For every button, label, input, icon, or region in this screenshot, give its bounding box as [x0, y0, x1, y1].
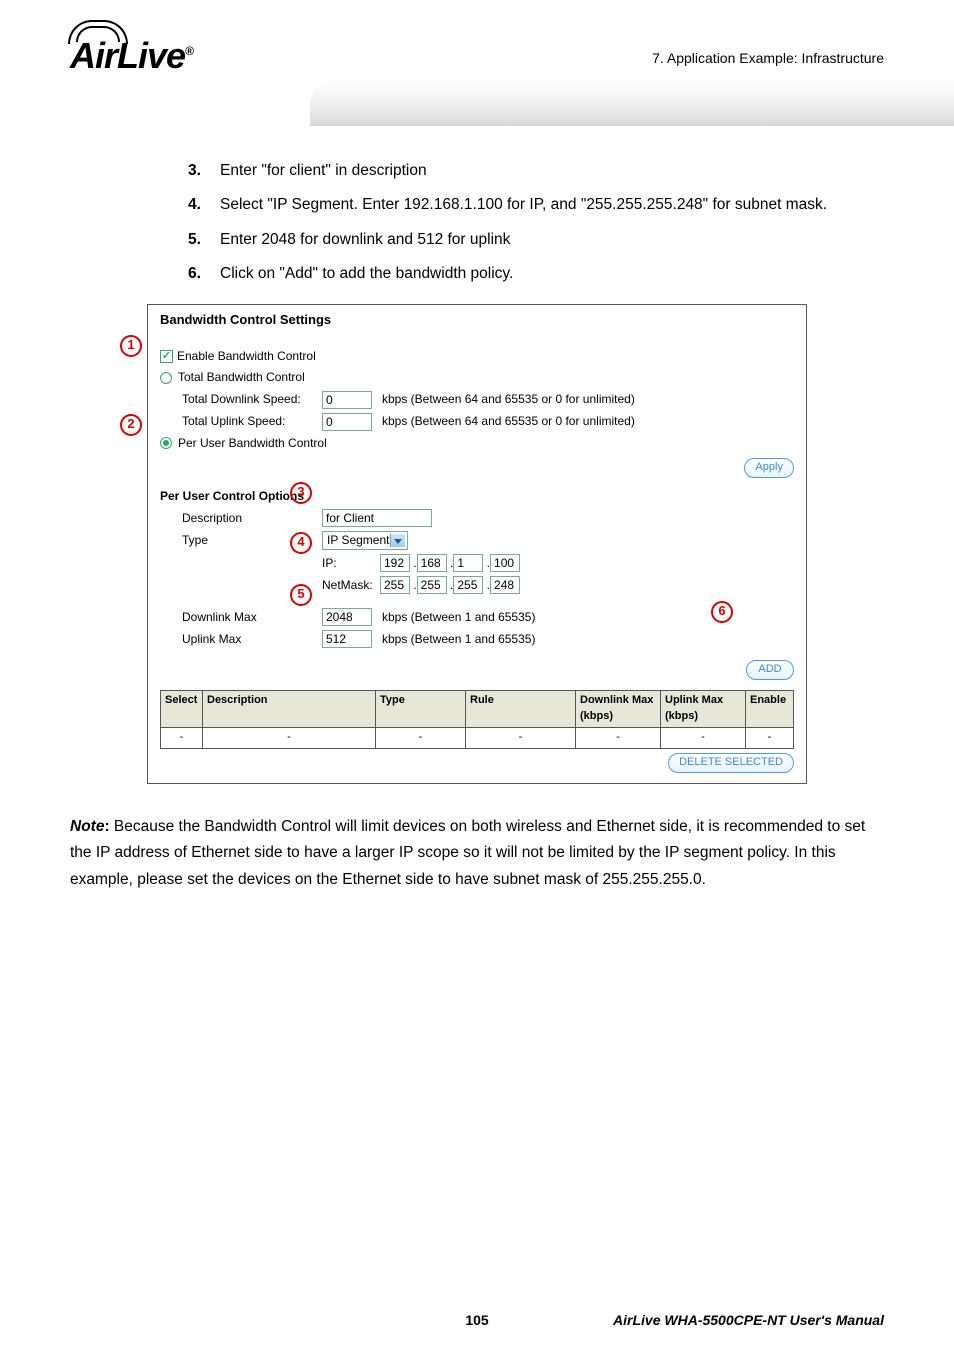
ip-octet-1[interactable]: 192	[380, 554, 410, 572]
total-downlink-label: Total Downlink Speed:	[182, 391, 322, 408]
checkbox-enable-bw[interactable]: ✓	[160, 350, 173, 363]
description-row: Description for Client	[160, 509, 794, 527]
step-text: Enter "for client" in description	[220, 160, 884, 182]
enable-bw-label: Enable Bandwidth Control	[177, 348, 316, 365]
cell-select: -	[161, 728, 203, 749]
peruser-options-title: Per User Control Options	[160, 488, 794, 505]
table-row: - - - - - - -	[161, 728, 794, 749]
panel-title: Bandwidth Control Settings	[160, 309, 794, 336]
add-button[interactable]: ADD	[746, 660, 794, 680]
peruser-bw-row: Per User Bandwidth Control	[160, 435, 794, 452]
total-uplink-row: Total Uplink Speed: 0 kbps (Between 64 a…	[160, 413, 794, 431]
cell-uplink: -	[661, 728, 746, 749]
ip-label: IP:	[322, 555, 380, 572]
type-row: Type IP Segment	[160, 531, 794, 550]
note-label: Note	[70, 818, 104, 835]
step-item: 6. Click on "Add" to add the bandwidth p…	[188, 263, 884, 285]
total-uplink-label: Total Uplink Speed:	[182, 413, 322, 430]
total-downlink-row: Total Downlink Speed: 0 kbps (Between 64…	[160, 391, 794, 409]
annotation-circle-1: 1	[120, 335, 142, 357]
cell-type: -	[376, 728, 466, 749]
step-text: Select "IP Segment. Enter 192.168.1.100 …	[220, 194, 884, 216]
th-type: Type	[376, 691, 466, 728]
enable-bw-row: ✓ Enable Bandwidth Control	[160, 348, 794, 365]
annotation-circle-3: 3	[290, 482, 312, 504]
instruction-steps: 3. Enter "for client" in description 4. …	[70, 160, 884, 286]
description-input[interactable]: for Client	[322, 509, 432, 527]
delete-selected-button[interactable]: DELETE SELECTED	[668, 753, 794, 773]
brand-logo: AirLive®	[70, 38, 194, 74]
downlink-max-row: Downlink Max 2048 kbps (Between 1 and 65…	[160, 608, 794, 626]
policy-table: Select Description Type Rule Downlink Ma…	[160, 690, 794, 749]
manual-title: AirLive WHA-5500CPE-NT User's Manual	[613, 1312, 884, 1328]
step-number: 5.	[188, 229, 220, 251]
cell-downlink: -	[576, 728, 661, 749]
uplink-max-label: Uplink Max	[182, 631, 322, 648]
downlink-max-input[interactable]: 2048	[322, 608, 372, 626]
description-label: Description	[182, 510, 322, 527]
th-select: Select	[161, 691, 203, 728]
downlink-max-label: Downlink Max	[182, 609, 322, 626]
chapter-label: 7. Application Example: Infrastructure	[652, 50, 884, 66]
chevron-down-icon	[394, 539, 402, 544]
total-uplink-input[interactable]: 0	[322, 413, 372, 431]
note-paragraph: Note: Because the Bandwidth Control will…	[70, 814, 884, 893]
radio-total-bw[interactable]	[160, 372, 172, 384]
type-select-value: IP Segment	[327, 532, 389, 549]
cell-enable: -	[746, 728, 794, 749]
total-bw-row: Total Bandwidth Control	[160, 369, 794, 386]
step-text: Enter 2048 for downlink and 512 for upli…	[220, 229, 884, 251]
netmask-label: NetMask:	[322, 577, 380, 594]
cell-description: -	[203, 728, 376, 749]
th-description: Description	[203, 691, 376, 728]
embedded-screenshot: 1 2 3 4 5 6 Bandwidth Control Settings ✓…	[147, 304, 807, 784]
annotation-circle-4: 4	[290, 532, 312, 554]
uplink-max-row: Uplink Max 512 kbps (Between 1 and 65535…	[160, 630, 794, 648]
kbps-hint: kbps (Between 64 and 65535 or 0 for unli…	[382, 413, 635, 430]
page-header: AirLive® 7. Application Example: Infrast…	[0, 0, 954, 120]
step-text: Click on "Add" to add the bandwidth poli…	[220, 263, 884, 285]
ip-octet-4[interactable]: 100	[490, 554, 520, 572]
total-downlink-input[interactable]: 0	[322, 391, 372, 409]
mask-octet-4[interactable]: 248	[490, 576, 520, 594]
total-bw-label: Total Bandwidth Control	[178, 369, 305, 386]
header-stripe	[310, 80, 954, 126]
cell-rule: -	[466, 728, 576, 749]
radio-peruser-bw[interactable]	[160, 437, 172, 449]
peruser-bw-label: Per User Bandwidth Control	[178, 435, 327, 452]
kbps-hint: kbps (Between 64 and 65535 or 0 for unli…	[382, 391, 635, 408]
step-item: 3. Enter "for client" in description	[188, 160, 884, 182]
uplink-max-input[interactable]: 512	[322, 630, 372, 648]
th-rule: Rule	[466, 691, 576, 728]
annotation-circle-5: 5	[290, 584, 312, 606]
th-downlink: Downlink Max (kbps)	[576, 691, 661, 728]
step-item: 5. Enter 2048 for downlink and 512 for u…	[188, 229, 884, 251]
netmask-row: NetMask: 255 . 255 . 255 . 248	[160, 576, 794, 594]
page-number: 105	[465, 1312, 488, 1328]
mask-octet-3[interactable]: 255	[453, 576, 483, 594]
th-uplink: Uplink Max (kbps)	[661, 691, 746, 728]
ip-octet-2[interactable]: 168	[417, 554, 447, 572]
mask-octet-1[interactable]: 255	[380, 576, 410, 594]
note-text: Because the Bandwidth Control will limit…	[70, 818, 865, 888]
ip-octet-3[interactable]: 1	[453, 554, 483, 572]
step-number: 6.	[188, 263, 220, 285]
step-number: 4.	[188, 194, 220, 216]
ip-row: IP: 192 . 168 . 1 . 100	[160, 554, 794, 572]
mask-octet-2[interactable]: 255	[417, 576, 447, 594]
annotation-circle-6: 6	[711, 601, 733, 623]
apply-button[interactable]: Apply	[744, 458, 794, 478]
type-select[interactable]: IP Segment	[322, 531, 408, 550]
step-number: 3.	[188, 160, 220, 182]
annotation-circle-2: 2	[120, 414, 142, 436]
step-item: 4. Select "IP Segment. Enter 192.168.1.1…	[188, 194, 884, 216]
kbps-hint2: kbps (Between 1 and 65535)	[382, 631, 535, 648]
kbps-hint2: kbps (Between 1 and 65535)	[382, 609, 535, 626]
logo-reg: ®	[185, 44, 194, 58]
th-enable: Enable	[746, 691, 794, 728]
